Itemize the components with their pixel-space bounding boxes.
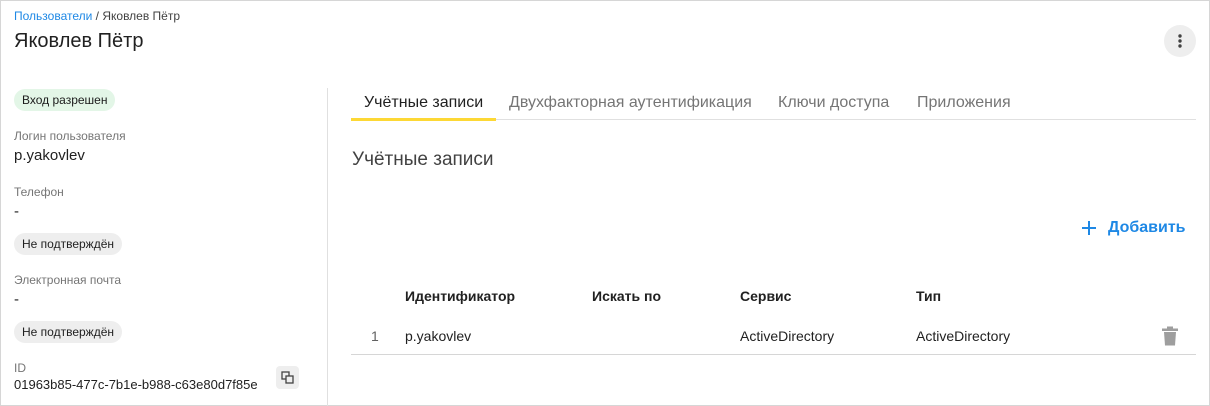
tab-two-factor[interactable]: Двухфакторная аутентификация bbox=[496, 86, 765, 120]
phone-label: Телефон bbox=[14, 185, 64, 199]
tab-applications[interactable]: Приложения bbox=[904, 86, 1024, 120]
copy-id-button[interactable] bbox=[276, 366, 299, 389]
delete-account-button[interactable] bbox=[1161, 326, 1179, 346]
tab-accounts[interactable]: Учётные записи bbox=[351, 86, 497, 121]
add-account-label: Добавить bbox=[1108, 219, 1186, 236]
table-row[interactable]: 1 p.yakovlev ActiveDirectory ActiveDirec… bbox=[351, 317, 1196, 355]
more-vertical-icon bbox=[1178, 34, 1182, 48]
login-label: Логин пользователя bbox=[14, 129, 126, 143]
row-service: ActiveDirectory bbox=[740, 328, 835, 344]
column-header-identifier: Идентификатор bbox=[405, 288, 516, 304]
phone-value: - bbox=[14, 203, 19, 220]
row-type: ActiveDirectory bbox=[916, 328, 1011, 344]
add-account-button[interactable]: Добавить bbox=[1080, 216, 1186, 240]
page-title: Яковлев Пётр bbox=[14, 30, 144, 52]
breadcrumb-link-users[interactable]: Пользователи bbox=[14, 9, 92, 23]
copy-icon bbox=[281, 371, 294, 384]
breadcrumb-separator: / bbox=[92, 9, 103, 23]
trash-icon bbox=[1162, 326, 1178, 346]
row-identifier: p.yakovlev bbox=[405, 328, 472, 344]
phone-verification-badge: Не подтверждён bbox=[14, 233, 122, 255]
email-value: - bbox=[14, 291, 19, 308]
plus-icon bbox=[1082, 221, 1096, 235]
breadcrumb-current: Яковлев Пётр bbox=[102, 9, 181, 23]
email-label: Электронная почта bbox=[14, 273, 122, 287]
column-header-search-by: Искать по bbox=[592, 288, 662, 304]
id-value: 01963b85-477c-7b1e-b988-c63e80d7f85e bbox=[14, 377, 258, 392]
more-actions-button[interactable] bbox=[1164, 25, 1196, 57]
section-title: Учётные записи bbox=[352, 149, 494, 170]
column-header-type: Тип bbox=[916, 288, 942, 304]
panel-divider bbox=[327, 88, 328, 406]
profile-panel: Вход разрешен Логин пользователя p.yakov… bbox=[0, 80, 327, 406]
email-verification-badge: Не подтверждён bbox=[14, 321, 122, 343]
status-badge: Вход разрешен bbox=[14, 89, 116, 111]
tab-bar: Учётные записи Двухфакторная аутентифика… bbox=[351, 86, 1196, 121]
login-value: p.yakovlev bbox=[14, 147, 85, 164]
column-header-service: Сервис bbox=[740, 288, 792, 304]
row-number: 1 bbox=[371, 328, 379, 344]
breadcrumb: Пользователи / Яковлев Пётр bbox=[14, 9, 180, 23]
id-label: ID bbox=[14, 361, 26, 375]
tab-access-keys[interactable]: Ключи доступа bbox=[765, 86, 902, 120]
